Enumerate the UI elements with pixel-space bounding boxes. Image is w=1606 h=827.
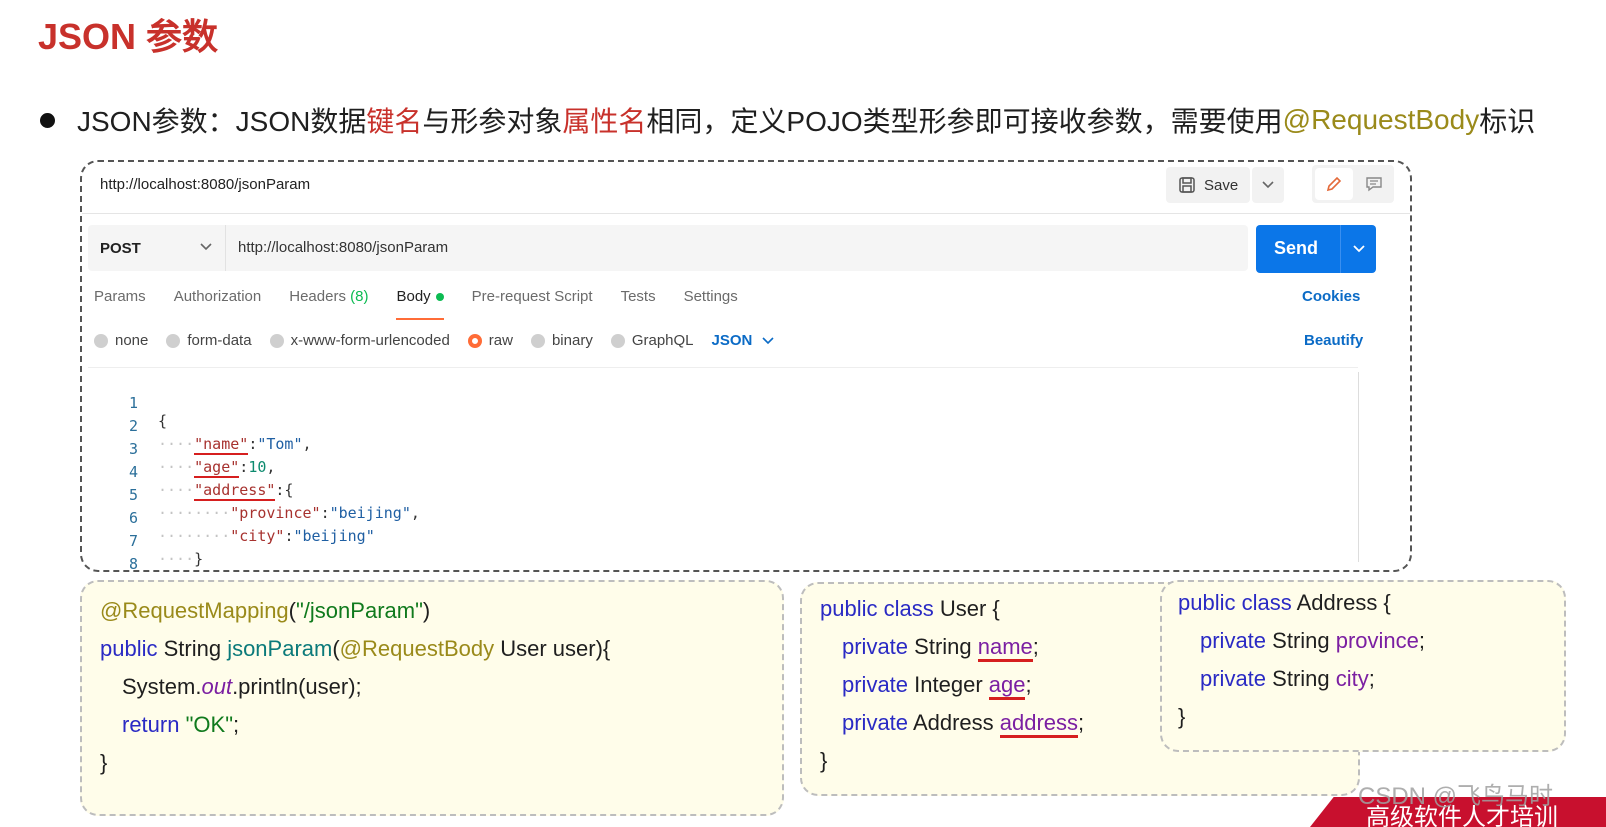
field-province: province (1335, 628, 1419, 653)
field-address: address (999, 710, 1079, 738)
request-bar: POST http://localhost:8080/jsonParam (88, 225, 1248, 271)
code-line-2: 2 ····"name":"Tom", (128, 417, 312, 455)
radio[interactable] (530, 333, 545, 348)
code-line-4: 4 ····"address":{ (128, 463, 294, 501)
headers-count: (8) (350, 288, 369, 305)
request-title[interactable]: http://localhost:8080/jsonParam (100, 176, 310, 193)
comments-button[interactable] (1356, 168, 1392, 200)
save-button[interactable]: Save (1166, 167, 1250, 203)
controller-line-4: return "OK"; (122, 712, 240, 737)
bullet-annotation: @RequestBody (1282, 104, 1480, 135)
controller-line-1: @RequestMapping("/jsonParam") (100, 598, 431, 623)
radio[interactable] (269, 333, 284, 348)
tab-params[interactable]: Params (94, 288, 146, 318)
url-input[interactable]: http://localhost:8080/jsonParam (238, 239, 448, 256)
cookies-link[interactable]: Cookies (1302, 288, 1360, 305)
bullet-line: JSON参数：JSON数据 键名 与形参对象 属性名 相同，定义POJO类型形参… (40, 100, 1535, 140)
address-line-1: public class Address { (1178, 590, 1391, 615)
chevron-down-icon (762, 336, 774, 344)
body-type-options: none form-data x-www-form-urlencoded raw… (94, 332, 774, 349)
controller-line-2: public String jsonParam(@RequestBody Use… (100, 636, 611, 661)
controller-line-3: System.out.println(user); (122, 674, 362, 699)
address-class-card: public class Address { private String pr… (1160, 580, 1566, 752)
method-label: POST (100, 239, 141, 257)
tab-authorization[interactable]: Authorization (174, 288, 262, 318)
send-button[interactable]: Send (1256, 225, 1376, 273)
slide-title: JSON 参数 (38, 16, 219, 57)
bullet-keyword-attr-name: 属性名 (562, 106, 647, 137)
editor-scrollbar[interactable] (1358, 372, 1359, 562)
body-indicator-dot (435, 293, 444, 302)
code-line-6: 6 ········"city":"beijing" (128, 509, 375, 545)
request-tabs: Params Authorization Headers (8) Body Pr… (94, 288, 766, 320)
chevron-down-icon (1262, 181, 1274, 189)
bullet-text-2: 与形参对象 (422, 106, 563, 137)
bullet-text-1: JSON参数：JSON数据 (77, 106, 367, 137)
save-label: Save (1204, 176, 1239, 194)
body-option-raw[interactable]: raw (467, 332, 513, 349)
tab-settings[interactable]: Settings (684, 288, 738, 318)
method-select[interactable]: POST (88, 225, 226, 271)
address-line-2: private String province; (1200, 628, 1426, 653)
bullet-text-3: 相同，定义POJO类型形参即可接收参数，需要使用 (646, 106, 1283, 137)
code-line-3: 3 ····"age":10, (128, 440, 276, 478)
field-name: name (977, 634, 1033, 662)
bullet-keyword-key-name: 键名 (366, 106, 423, 137)
bullet-dot (40, 112, 55, 128)
save-options-button[interactable] (1252, 167, 1284, 203)
chevron-down-icon (1352, 245, 1365, 253)
edit-button[interactable] (1315, 168, 1353, 200)
chevron-down-icon (200, 239, 212, 254)
body-option-urlencoded[interactable]: x-www-form-urlencoded (269, 332, 450, 349)
field-city: city (1335, 666, 1369, 691)
code-line-5: 5 ········"province":"beijing", (128, 486, 420, 522)
tab-body[interactable]: Body (396, 288, 444, 320)
bullet-text-4: 标识 (1479, 106, 1536, 137)
code-line-1: 1 { (128, 394, 168, 430)
send-options-button[interactable] (1340, 225, 1376, 273)
tab-pre-request-script[interactable]: Pre-request Script (472, 288, 593, 318)
body-option-graphql[interactable]: GraphQL (610, 332, 694, 349)
comment-icon (1366, 177, 1382, 192)
body-option-none[interactable]: none (94, 332, 148, 349)
code-line-8: 8 } (128, 555, 138, 572)
radio[interactable] (610, 333, 625, 348)
beautify-link[interactable]: Beautify (1304, 332, 1363, 349)
address-line-3: private String city; (1200, 666, 1375, 691)
send-label: Send (1274, 238, 1319, 258)
tab-tests[interactable]: Tests (621, 288, 656, 318)
save-icon (1178, 176, 1196, 194)
request-title-bar: http://localhost:8080/jsonParam Save (82, 162, 1410, 214)
body-option-form-data[interactable]: form-data (166, 332, 252, 349)
controller-code-card: @RequestMapping("/jsonParam") public Str… (80, 580, 784, 816)
controller-line-5: } (100, 750, 108, 775)
tab-headers[interactable]: Headers (8) (289, 288, 368, 318)
field-age: age (988, 672, 1026, 700)
postman-panel: http://localhost:8080/jsonParam Save POS… (80, 160, 1412, 572)
pencil-icon (1326, 176, 1342, 192)
radio[interactable] (94, 333, 108, 348)
radio[interactable] (166, 333, 181, 348)
radio-selected[interactable] (467, 333, 482, 348)
watermark: CSDN @飞鸟马时 (1358, 783, 1554, 810)
json-editor[interactable]: 1 { 2 ····"name":"Tom", 3 ····"age":10, … (88, 367, 1358, 572)
body-option-binary[interactable]: binary (530, 332, 593, 349)
code-line-7: 7 ····} (128, 532, 204, 568)
body-format-select[interactable]: JSON (712, 332, 775, 349)
view-toggle-group (1312, 165, 1394, 203)
address-line-4: } (1178, 704, 1186, 729)
